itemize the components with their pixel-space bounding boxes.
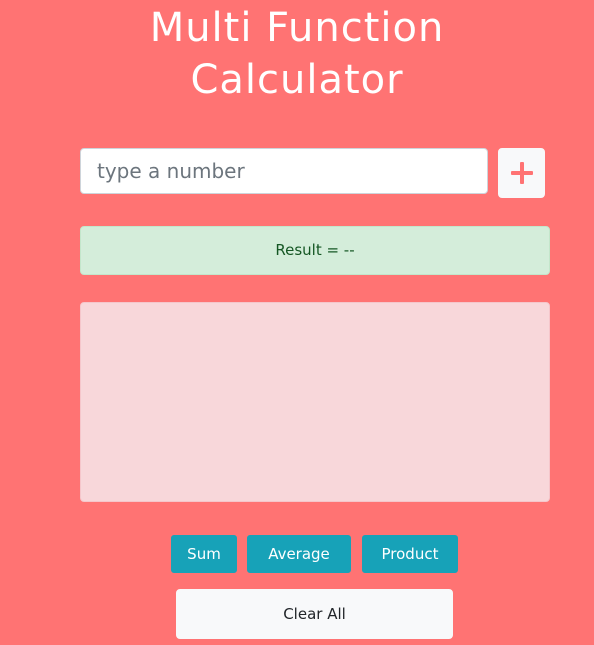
product-button[interactable]: Product bbox=[362, 535, 458, 573]
add-number-button[interactable] bbox=[498, 148, 545, 198]
title-line-2: Calculator bbox=[190, 57, 404, 103]
result-text: Result = -- bbox=[275, 241, 355, 259]
clear-all-button[interactable]: Clear All bbox=[176, 589, 453, 639]
number-input[interactable] bbox=[80, 148, 488, 194]
plus-icon bbox=[510, 162, 533, 184]
result-display: Result = -- bbox=[80, 226, 550, 275]
sum-button[interactable]: Sum bbox=[171, 535, 237, 573]
title-line-1: Multi Function bbox=[149, 5, 445, 51]
average-button[interactable]: Average bbox=[247, 535, 351, 573]
numbers-list bbox=[80, 302, 550, 502]
page-title: Multi Function Calculator bbox=[0, 2, 594, 106]
